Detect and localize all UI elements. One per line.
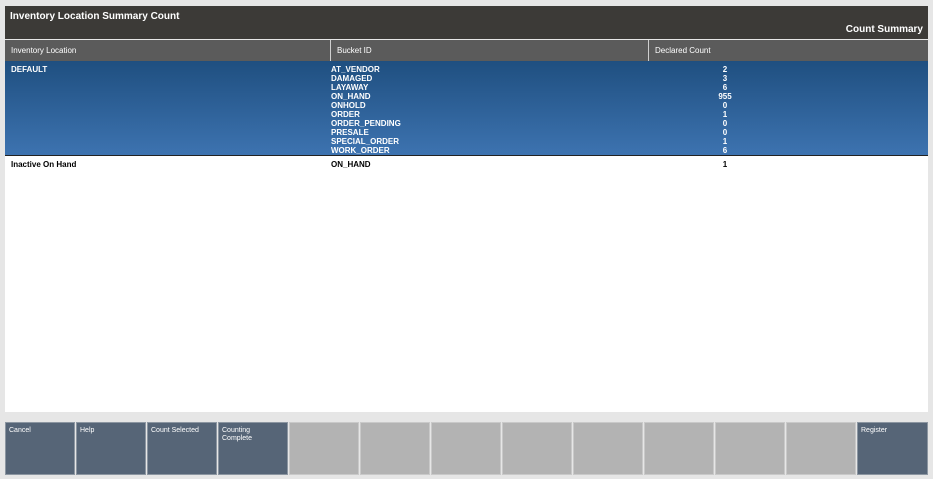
empty-button	[289, 422, 359, 475]
declared-count: 0	[722, 128, 728, 137]
count-cell: 2 3 6 955 0 1 0 0 1 6	[705, 65, 745, 155]
column-header-inventory-location[interactable]: Inventory Location	[5, 40, 330, 61]
empty-button	[573, 422, 643, 475]
empty-button	[715, 422, 785, 475]
counting-complete-button[interactable]: Counting Complete	[218, 422, 288, 475]
empty-button	[502, 422, 572, 475]
declared-count: 6	[722, 146, 728, 155]
bucket-cell: ON_HAND	[331, 160, 371, 169]
count-cell: 1	[705, 160, 745, 169]
register-button[interactable]: Register	[857, 422, 928, 475]
bucket-id: ORDER_PENDING	[331, 119, 401, 128]
declared-count: 3	[722, 74, 728, 83]
cancel-button[interactable]: Cancel	[5, 422, 75, 475]
declared-count: 1	[722, 160, 728, 169]
bucket-id: LAYAWAY	[331, 83, 369, 92]
empty-button	[786, 422, 856, 475]
empty-button	[360, 422, 430, 475]
bucket-id: ONHOLD	[331, 101, 366, 110]
declared-count: 955	[718, 92, 732, 101]
bucket-id: ORDER	[331, 110, 360, 119]
declared-count: 0	[722, 101, 728, 110]
bucket-cell: AT_VENDOR DAMAGED LAYAWAY ON_HAND ONHOLD…	[331, 65, 401, 155]
empty-button	[644, 422, 714, 475]
column-header-bucket-id[interactable]: Bucket ID	[330, 40, 648, 61]
summary-table: Inventory Location Bucket ID Declared Co…	[5, 40, 928, 412]
bucket-id: PRESALE	[331, 128, 369, 137]
counting-complete-label: Complete	[222, 435, 252, 442]
table-row-default[interactable]: DEFAULT AT_VENDOR DAMAGED LAYAWAY ON_HAN…	[5, 61, 928, 156]
declared-count: 0	[722, 119, 728, 128]
declared-count: 2	[722, 65, 728, 74]
page-title: Inventory Location Summary Count	[10, 11, 180, 22]
bucket-id: ON_HAND	[331, 160, 371, 169]
bucket-id: AT_VENDOR	[331, 65, 380, 74]
bucket-id: SPECIAL_ORDER	[331, 137, 400, 146]
title-bar: Inventory Location Summary Count Count S…	[5, 6, 928, 39]
declared-count: 6	[722, 83, 728, 92]
table-row-inactive-on-hand[interactable]: Inactive On Hand ON_HAND 1	[5, 156, 928, 170]
help-button[interactable]: Help	[76, 422, 146, 475]
location-cell: DEFAULT	[11, 65, 48, 74]
location-cell: Inactive On Hand	[11, 160, 77, 169]
empty-button	[431, 422, 501, 475]
bucket-id: DAMAGED	[331, 74, 373, 83]
declared-count: 1	[722, 137, 728, 146]
bucket-id: ON_HAND	[331, 92, 371, 101]
counting-complete-label: Counting	[222, 427, 251, 434]
page-subtitle: Count Summary	[845, 24, 923, 35]
bucket-id: WORK_ORDER	[331, 146, 390, 155]
button-bar: Cancel Help Count Selected Counting Comp…	[5, 422, 928, 475]
table-header: Inventory Location Bucket ID Declared Co…	[5, 40, 928, 61]
column-header-declared-count[interactable]: Declared Count	[648, 40, 928, 61]
count-selected-button[interactable]: Count Selected	[147, 422, 217, 475]
declared-count: 1	[722, 110, 728, 119]
